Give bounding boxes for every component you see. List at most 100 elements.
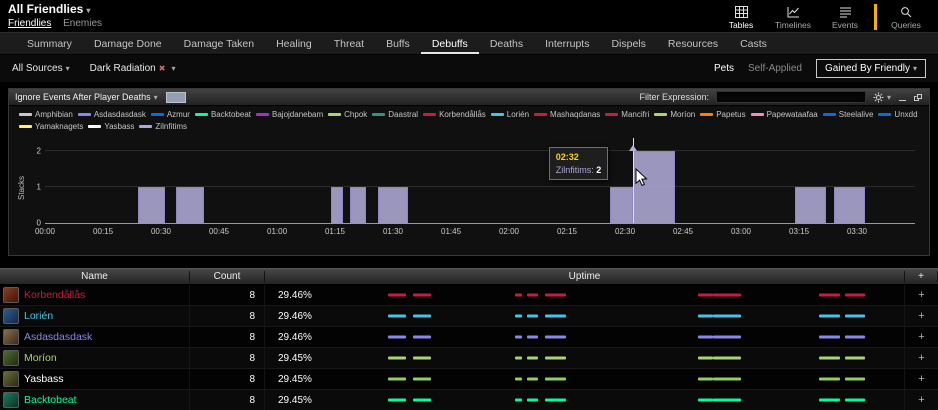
tab-summary[interactable]: Summary [16,33,83,54]
legend-item-bajojdanebam[interactable]: Bajojdanebam [256,110,323,119]
ability-filter-chip[interactable]: Dark Radiation ✖ ▾ [90,63,176,74]
expand-row-button[interactable]: + [905,310,938,322]
legend-item-chpok[interactable]: Chpok [328,110,367,119]
legend-item-asdasdasdask[interactable]: Asdasdasdask [77,110,146,119]
legend-item-amphibian[interactable]: Amphibian [19,110,73,119]
legend-item-unxdd[interactable]: Unxdd [878,110,918,119]
legend-label: Mancifri [621,110,650,119]
subtab-friendlies[interactable]: Friendlies [8,18,51,29]
legend-item-steelalive[interactable]: Steelalive [822,110,873,119]
table-row-mor-on[interactable]: Moríon 8 29.45% + [0,348,938,369]
actor-name-cell[interactable]: Yasbass [0,369,190,389]
uptime-bar [327,369,898,389]
tab-dispels[interactable]: Dispels [600,33,656,54]
actor-name-cell[interactable]: Lorién [0,306,190,326]
gained-by-dropdown[interactable]: Gained By Friendly ▾ [815,59,926,78]
uptime-segment [697,335,713,339]
legend-item-papetus[interactable]: Papetus [700,110,746,119]
expand-row-button[interactable]: + [905,373,938,385]
tab-interrupts[interactable]: Interrupts [534,33,600,54]
uptime-bar [327,306,898,326]
view-events[interactable]: Events [819,4,871,30]
actor-name[interactable]: Korbendållås [24,289,85,301]
view-queries[interactable]: Queries [880,4,932,30]
gear-icon[interactable]: ▾ [873,92,891,103]
tab-buffs[interactable]: Buffs [375,33,421,54]
count-cell: 8 [190,327,265,347]
header-count[interactable]: Count [190,271,265,282]
uptime-segment [712,356,741,360]
legend-item-yamaknagets[interactable]: Yamaknagets [19,122,83,131]
legend-item-mashaqdanas[interactable]: Mashaqdanas [534,110,600,119]
chart-plot[interactable]: 02:32 Zilnfitims: 2 012 [37,138,915,228]
uptime-segment [387,356,406,360]
chevron-down-icon: ▾ [886,92,891,102]
actor-name[interactable]: Asdasdasdask [24,331,92,343]
tooltip-series: Zilnfitims: [555,164,594,175]
legend-item-backtobeat[interactable]: Backtobeat [194,110,251,119]
actor-name-cell[interactable]: Moríon [0,348,190,368]
self-applied-toggle[interactable]: Self-Applied [748,63,802,74]
legend-item-lori-n[interactable]: Lorién [490,110,529,119]
legend-item-korbend-ll-s[interactable]: Korbendållås [423,110,486,119]
tab-debuffs[interactable]: Debuffs [421,33,479,54]
legend-color-swatch [700,113,714,116]
legend-item-zilnfitims[interactable]: Zilnfitims [139,122,187,131]
uptime-bar [327,348,898,368]
minimize-icon[interactable] [898,93,907,102]
popout-icon[interactable] [914,93,923,102]
filter-expression-input[interactable] [715,91,866,103]
y-tick-label: 1 [36,182,41,192]
tab-casts[interactable]: Casts [729,33,778,54]
series-color-swatch[interactable] [165,91,186,103]
stack-area-segment [377,186,409,223]
actor-name-cell[interactable]: Korbendållås [0,285,190,305]
expand-row-button[interactable]: + [905,394,938,406]
legend-item-azmur[interactable]: Azmur [150,110,190,119]
legend-item-daastral[interactable]: Daastral [372,110,418,119]
tab-healing[interactable]: Healing [265,33,323,54]
actor-name-cell[interactable]: Asdasdasdask [0,327,190,347]
subtab-enemies[interactable]: Enemies [63,18,102,29]
view-tables[interactable]: Tables [715,4,767,30]
tab-damage-taken[interactable]: Damage Taken [173,33,265,54]
expand-row-button[interactable]: + [905,331,938,343]
table-row-yasbass[interactable]: Yasbass 8 29.45% + [0,369,938,390]
actor-name[interactable]: Lorién [24,310,53,322]
tab-threat[interactable]: Threat [323,33,375,54]
legend-item-mor-on[interactable]: Moríon [654,110,695,119]
actor-icon [3,329,19,345]
actor-name[interactable]: Moríon [24,352,57,364]
table-row-lori-n[interactable]: Lorién 8 29.46% + [0,306,938,327]
actor-name-cell[interactable]: Backtobeat [0,390,190,410]
panel-header-right: Filter Expression: ▾ [639,91,923,103]
tab-deaths[interactable]: Deaths [479,33,534,54]
pets-toggle[interactable]: Pets [714,63,734,74]
actor-name[interactable]: Backtobeat [24,394,77,406]
legend-item-mancifri[interactable]: Mancifri [605,110,649,119]
sources-dropdown[interactable]: All Sources ▾ [12,63,70,74]
legend-item-yasbass[interactable]: Yasbass [88,122,134,131]
table-row-backtobeat[interactable]: Backtobeat 8 29.45% + [0,390,938,410]
count-cell: 8 [190,306,265,326]
legend-item-papewataafaa[interactable]: Papewataafaa [750,110,818,119]
expand-row-button[interactable]: + [905,352,938,364]
expand-row-button[interactable]: + [905,289,938,301]
header-expand[interactable]: + [905,271,938,282]
tab-damage-done[interactable]: Damage Done [83,33,173,54]
uptime-segment [413,314,432,318]
actor-name[interactable]: Yasbass [24,373,64,385]
header-name[interactable]: Name [0,271,190,282]
header-uptime[interactable]: Uptime [265,271,905,282]
x-axis: 00:00 00:15 00:30 00:45 01:00 01:15 01:30 01:45… [35,224,915,237]
scope-dropdown[interactable]: All Friendlies ▾ [8,2,111,16]
death-filter-dropdown[interactable]: Ignore Events After Player Deaths ▾ [15,92,158,102]
tab-resources[interactable]: Resources [657,33,729,54]
remove-filter-icon[interactable]: ✖ [159,64,166,73]
tables-icon [734,5,748,18]
uptime-bar [327,285,898,305]
table-row-asdasdasdask[interactable]: Asdasdasdask 8 29.46% + [0,327,938,348]
uptime-segment [819,377,840,381]
view-timelines[interactable]: Timelines [767,4,819,30]
table-row-korbend-ll-s[interactable]: Korbendållås 8 29.46% + [0,285,938,306]
